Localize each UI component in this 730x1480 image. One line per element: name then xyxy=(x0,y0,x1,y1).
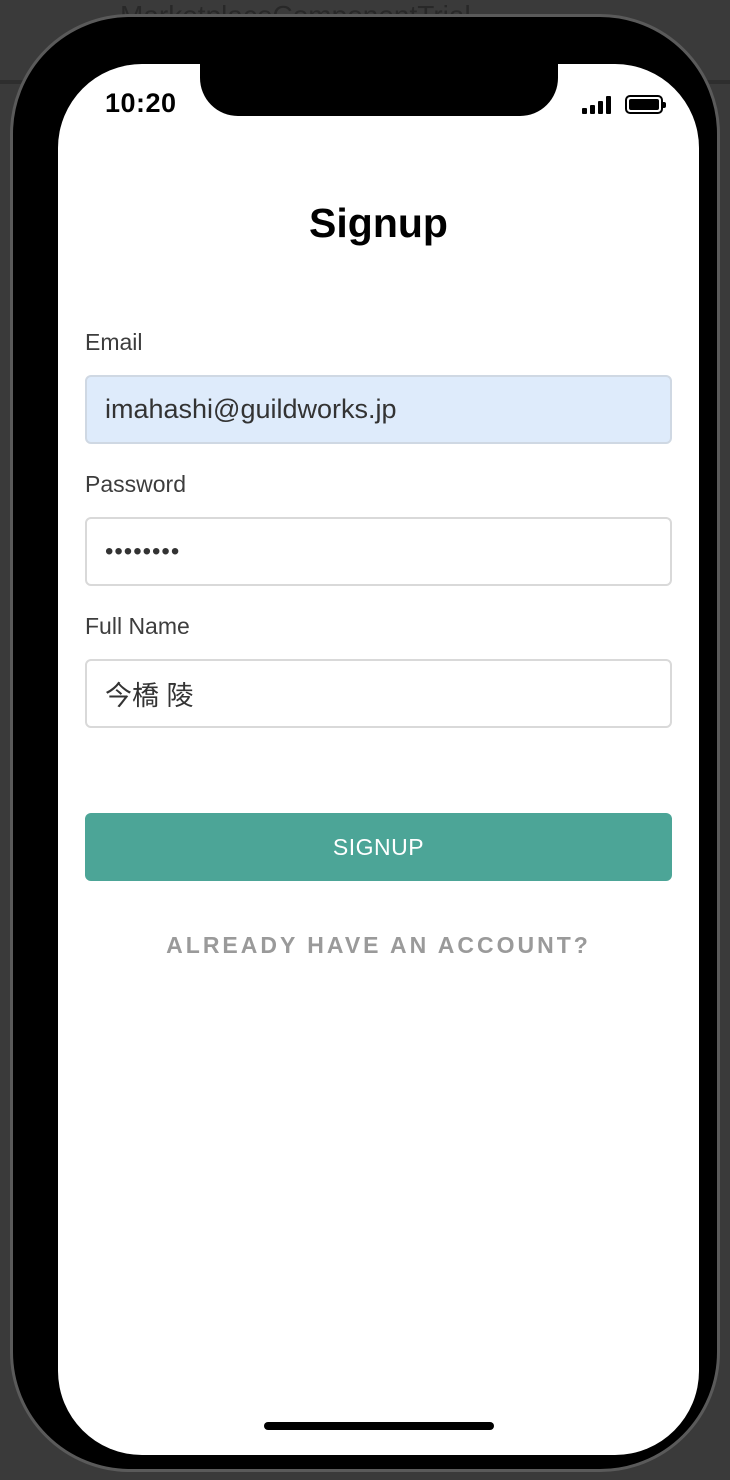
password-field-value: •••••••• xyxy=(105,537,181,565)
already-have-account-link[interactable]: ALREADY HAVE AN ACCOUNT? xyxy=(58,932,699,959)
signup-button[interactable]: SIGNUP xyxy=(85,813,672,881)
email-field-value: imahashi@guildworks.jp xyxy=(105,394,397,424)
home-indicator[interactable] xyxy=(264,1422,494,1430)
password-field[interactable]: •••••••• xyxy=(85,517,672,586)
battery-full-icon xyxy=(625,95,666,114)
page-title: Signup xyxy=(309,200,448,246)
app-screen: 10:20 Signup Email imahashi@guildworks.j… xyxy=(58,64,699,1455)
status-time: 10:20 xyxy=(105,88,177,118)
full-name-label: Full Name xyxy=(85,613,190,639)
cellular-signal-icon xyxy=(582,96,611,114)
email-field[interactable]: imahashi@guildworks.jp xyxy=(85,375,672,444)
phone-frame: 10:20 Signup Email imahashi@guildworks.j… xyxy=(10,14,720,1472)
password-label: Password xyxy=(85,471,186,497)
email-label: Email xyxy=(85,329,143,355)
status-icons xyxy=(582,92,666,114)
full-name-field[interactable]: 今橋 陵 xyxy=(85,659,672,728)
device-notch xyxy=(200,64,558,116)
full-name-field-value: 今橋 陵 xyxy=(105,681,194,711)
